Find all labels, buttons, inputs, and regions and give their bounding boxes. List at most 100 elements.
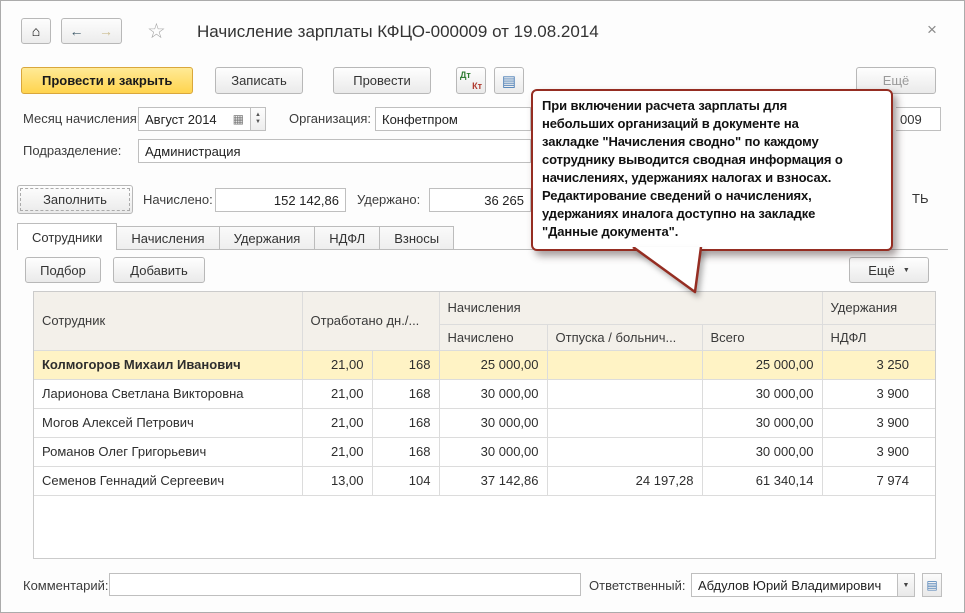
document-number-fragment[interactable]: 009 bbox=[896, 107, 941, 131]
cell-hours[interactable]: 168 bbox=[372, 379, 439, 408]
cell-vacation[interactable] bbox=[547, 379, 702, 408]
cell-ndfl[interactable]: 3 900 bbox=[822, 437, 936, 466]
cell-hours[interactable]: 168 bbox=[372, 350, 439, 379]
fill-button[interactable]: Заполнить bbox=[17, 185, 133, 214]
pick-button[interactable]: Подбор bbox=[25, 257, 101, 283]
save-button[interactable]: Записать bbox=[215, 67, 303, 94]
add-button[interactable]: Добавить bbox=[113, 257, 205, 283]
cell-total[interactable]: 30 000,00 bbox=[702, 408, 822, 437]
responsible-value: Абдулов Юрий Владимирович bbox=[698, 578, 891, 593]
forward-button[interactable]: → bbox=[91, 18, 122, 44]
cell-ndfl[interactable]: 7 974 bbox=[822, 466, 936, 495]
tab-deductions[interactable]: Удержания bbox=[220, 226, 316, 250]
report-button[interactable]: ▤ bbox=[494, 67, 524, 94]
dt-kt-button[interactable]: Дт Кт bbox=[456, 67, 486, 94]
withheld-label: Удержано: bbox=[357, 192, 420, 207]
back-button[interactable]: ← bbox=[61, 18, 92, 44]
col-total: Всего bbox=[702, 324, 822, 350]
close-icon[interactable]: × bbox=[927, 20, 937, 40]
cell-hours[interactable]: 168 bbox=[372, 408, 439, 437]
month-field[interactable]: Август 2014 ▦ bbox=[138, 107, 251, 131]
tooltip-arrow bbox=[613, 247, 713, 295]
table-row[interactable]: Романов Олег Григорьевич 21,00 168 30 00… bbox=[34, 437, 936, 466]
cell-total[interactable]: 25 000,00 bbox=[702, 350, 822, 379]
favorite-star-icon[interactable]: ☆ bbox=[147, 19, 166, 44]
organization-value: Конфетпром bbox=[382, 112, 524, 127]
col-vacation: Отпуска / больнич... bbox=[547, 324, 702, 350]
home-icon: ⌂ bbox=[32, 23, 40, 39]
cell-ndfl[interactable]: 3 900 bbox=[822, 379, 936, 408]
table-row[interactable]: Колмогоров Михаил Иванович 21,00 168 25 … bbox=[34, 350, 936, 379]
cell-vacation[interactable]: 24 197,28 bbox=[547, 466, 702, 495]
post-and-close-button[interactable]: Провести и закрыть bbox=[21, 67, 193, 94]
calendar-icon[interactable]: ▦ bbox=[233, 112, 244, 126]
cell-accrued[interactable]: 30 000,00 bbox=[439, 437, 547, 466]
page-title: Начисление зарплаты КФЦО-000009 от 19.08… bbox=[197, 22, 599, 42]
cell-employee[interactable]: Романов Олег Григорьевич bbox=[34, 437, 302, 466]
chevron-down-icon: ▼ bbox=[903, 267, 910, 274]
cell-accrued[interactable]: 25 000,00 bbox=[439, 350, 547, 379]
table-row[interactable]: Семенов Геннадий Сергеевич 13,00 104 37 … bbox=[34, 466, 936, 495]
col-employee: Сотрудник bbox=[34, 292, 302, 350]
responsible-open-button[interactable]: ▤ bbox=[922, 573, 942, 597]
cell-total[interactable]: 61 340,14 bbox=[702, 466, 822, 495]
month-label: Месяц начисления: bbox=[23, 111, 140, 126]
spin-up-icon[interactable]: ▲ bbox=[255, 112, 261, 119]
cell-accrued[interactable]: 30 000,00 bbox=[439, 408, 547, 437]
tab-contributions[interactable]: Взносы bbox=[380, 226, 454, 250]
col-accrued: Начислено bbox=[439, 324, 547, 350]
responsible-field[interactable]: Абдулов Юрий Владимирович bbox=[691, 573, 898, 597]
department-value: Администрация bbox=[145, 144, 524, 159]
cell-days[interactable]: 21,00 bbox=[302, 350, 372, 379]
cell-vacation[interactable] bbox=[547, 437, 702, 466]
accrued-value: 152 142,86 bbox=[274, 193, 339, 208]
cell-employee[interactable]: Ларионова Светлана Викторовна bbox=[34, 379, 302, 408]
cell-days[interactable]: 21,00 bbox=[302, 408, 372, 437]
cell-days[interactable]: 13,00 bbox=[302, 466, 372, 495]
post-button[interactable]: Провести bbox=[333, 67, 431, 94]
cell-ndfl[interactable]: 3 250 bbox=[822, 350, 936, 379]
responsible-dropdown-button[interactable]: ▼ bbox=[898, 573, 915, 597]
cell-days[interactable]: 21,00 bbox=[302, 437, 372, 466]
home-button[interactable]: ⌂ bbox=[21, 18, 51, 44]
comment-input[interactable] bbox=[109, 573, 581, 596]
cell-vacation[interactable] bbox=[547, 408, 702, 437]
col-group-accruals: Начисления bbox=[439, 292, 822, 324]
table-row[interactable]: Могов Алексей Петрович 21,00 168 30 000,… bbox=[34, 408, 936, 437]
month-value: Август 2014 bbox=[145, 112, 227, 127]
cell-hours[interactable]: 168 bbox=[372, 437, 439, 466]
month-spinner[interactable]: ▲ ▼ bbox=[251, 107, 266, 131]
department-field[interactable]: Администрация bbox=[138, 139, 531, 163]
hidden-button-fragment[interactable]: ТЬ bbox=[912, 191, 928, 206]
kt-icon: Кт bbox=[472, 81, 482, 91]
more-button-table[interactable]: Ещё ▼ bbox=[849, 257, 929, 283]
tab-ndfl[interactable]: НДФЛ bbox=[315, 226, 380, 250]
cell-employee[interactable]: Колмогоров Михаил Иванович bbox=[34, 350, 302, 379]
cell-vacation[interactable] bbox=[547, 350, 702, 379]
cell-accrued[interactable]: 30 000,00 bbox=[439, 379, 547, 408]
cell-ndfl[interactable]: 3 900 bbox=[822, 408, 936, 437]
spin-down-icon[interactable]: ▼ bbox=[255, 119, 261, 126]
cell-employee[interactable]: Могов Алексей Петрович bbox=[34, 408, 302, 437]
organization-field[interactable]: Конфетпром bbox=[375, 107, 531, 131]
withheld-field[interactable]: 36 265 bbox=[429, 188, 531, 212]
tab-employees[interactable]: Сотрудники bbox=[17, 223, 117, 250]
organization-label: Организация: bbox=[289, 111, 371, 126]
cell-total[interactable]: 30 000,00 bbox=[702, 379, 822, 408]
cell-accrued[interactable]: 37 142,86 bbox=[439, 466, 547, 495]
cell-employee[interactable]: Семенов Геннадий Сергеевич bbox=[34, 466, 302, 495]
dt-icon: Дт bbox=[460, 70, 471, 80]
chevron-down-icon: ▼ bbox=[903, 582, 910, 589]
department-label: Подразделение: bbox=[23, 143, 121, 158]
table-row[interactable]: Ларионова Светлана Викторовна 21,00 168 … bbox=[34, 379, 936, 408]
tab-accruals[interactable]: Начисления bbox=[117, 226, 219, 250]
accrued-field[interactable]: 152 142,86 bbox=[215, 188, 346, 212]
cell-hours[interactable]: 104 bbox=[372, 466, 439, 495]
cell-days[interactable]: 21,00 bbox=[302, 379, 372, 408]
comment-label: Комментарий: bbox=[23, 578, 109, 593]
accrued-label: Начислено: bbox=[143, 192, 213, 207]
document-window: ⌂ ← → ☆ Начисление зарплаты КФЦО-000009 … bbox=[0, 0, 965, 613]
cell-total[interactable]: 30 000,00 bbox=[702, 437, 822, 466]
back-icon: ← bbox=[70, 23, 84, 39]
withheld-value: 36 265 bbox=[484, 193, 524, 208]
